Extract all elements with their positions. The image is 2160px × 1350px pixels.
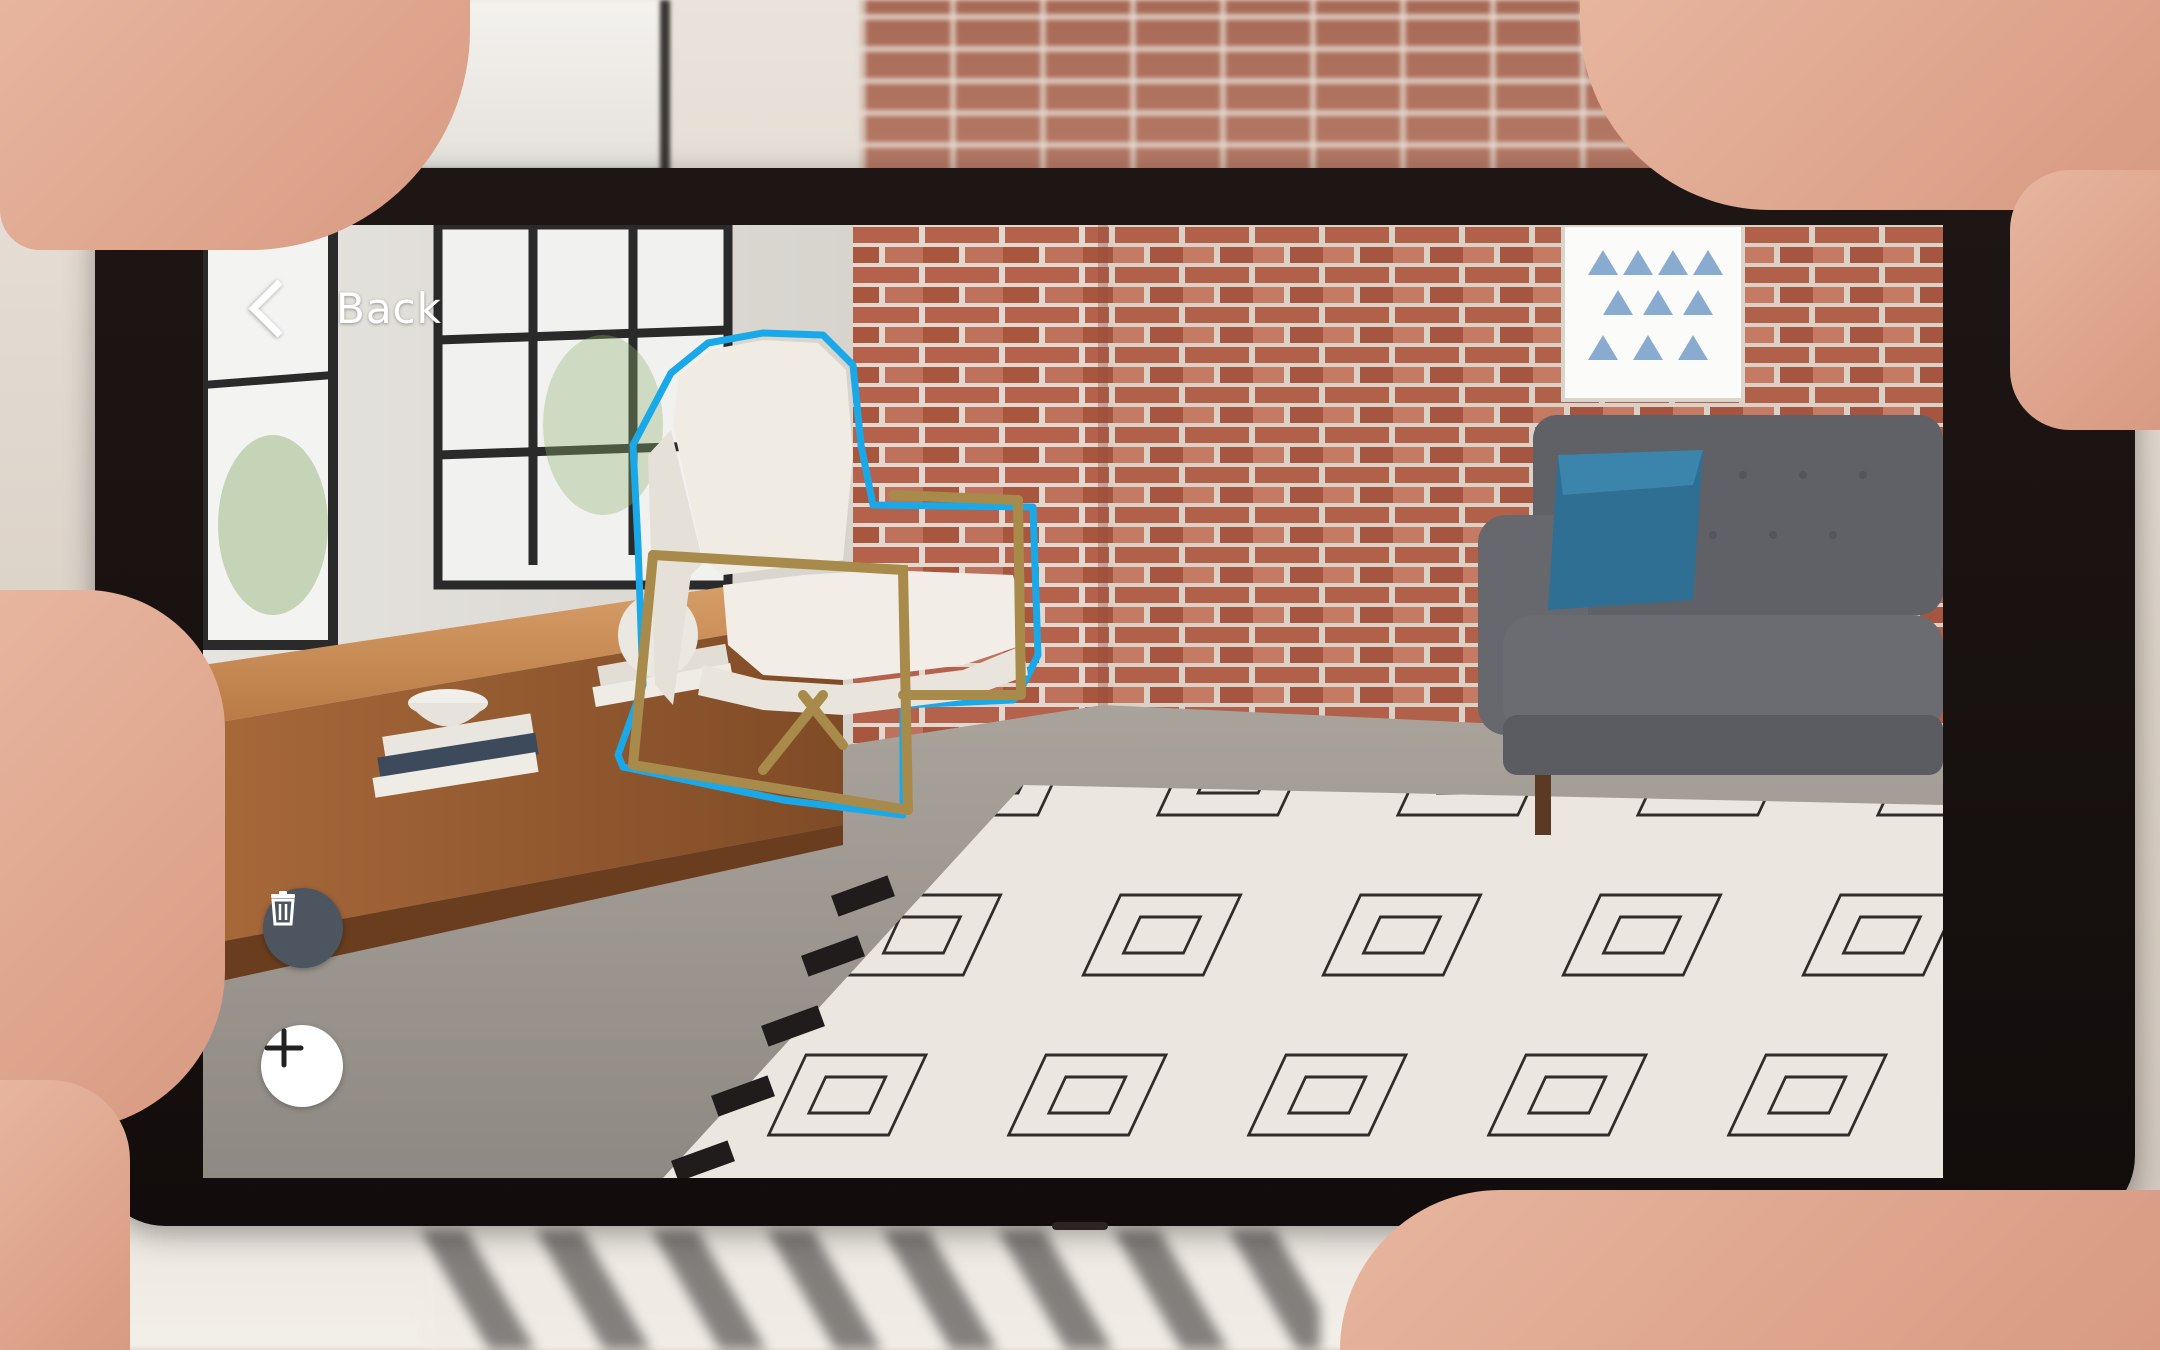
right-finger-side <box>2010 170 2160 430</box>
ar-camera-view[interactable]: Back <box>203 225 1943 1178</box>
left-thumb <box>0 590 225 1130</box>
delete-button[interactable] <box>263 888 343 968</box>
sofa <box>1478 415 1943 835</box>
back-button[interactable]: Back <box>245 273 442 343</box>
background-rug <box>420 1230 1320 1350</box>
ar-scene-photo: Back <box>0 0 2160 1350</box>
add-button[interactable] <box>261 1025 343 1107</box>
right-palm <box>1340 1190 2160 1350</box>
plus-icon <box>264 1028 304 1068</box>
chevron-left-icon <box>248 279 307 337</box>
left-palm <box>0 1080 130 1350</box>
trash-icon <box>271 891 295 926</box>
phone-speaker <box>1052 1222 1108 1230</box>
back-label: Back <box>336 283 442 333</box>
ar-room-scene <box>203 225 1943 1178</box>
